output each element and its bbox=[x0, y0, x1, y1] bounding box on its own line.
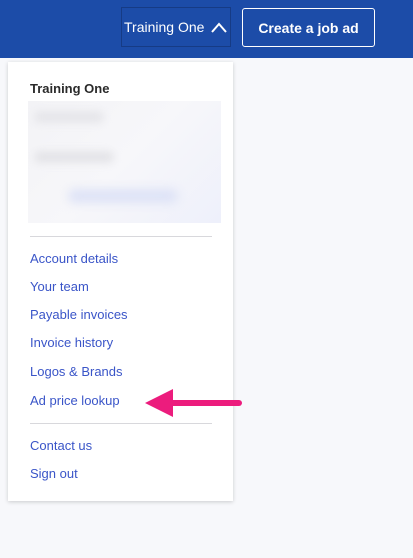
payable-invoices-link[interactable]: Payable invoices bbox=[30, 307, 128, 322]
account-details-link[interactable]: Account details bbox=[30, 251, 118, 266]
create-job-ad-button[interactable]: Create a job ad bbox=[242, 8, 375, 47]
logos-brands-link[interactable]: Logos & Brands bbox=[30, 364, 123, 379]
menu-divider bbox=[30, 423, 212, 424]
sign-out-link[interactable]: Sign out bbox=[30, 466, 78, 481]
menu-account-name: Training One bbox=[30, 81, 110, 96]
account-menu-toggle[interactable]: Training One bbox=[121, 7, 231, 47]
your-team-link[interactable]: Your team bbox=[30, 279, 89, 294]
contact-us-link[interactable]: Contact us bbox=[30, 438, 92, 453]
ad-price-lookup-link[interactable]: Ad price lookup bbox=[30, 393, 120, 408]
redacted-account-info bbox=[28, 101, 221, 223]
arrow-left-icon bbox=[145, 389, 242, 417]
top-header: Training One Create a job ad bbox=[0, 0, 413, 58]
invoice-history-link[interactable]: Invoice history bbox=[30, 335, 113, 350]
account-name: Training One bbox=[124, 19, 205, 35]
menu-divider bbox=[30, 236, 212, 237]
account-dropdown-menu: Training One Account details Your team P… bbox=[8, 62, 233, 501]
chevron-up-icon bbox=[211, 22, 227, 33]
